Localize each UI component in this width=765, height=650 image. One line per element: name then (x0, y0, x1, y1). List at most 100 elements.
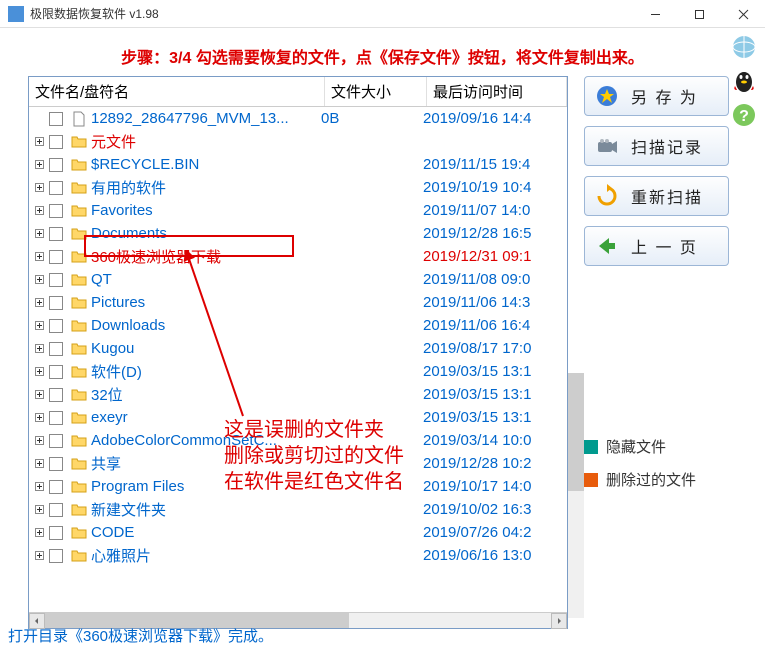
maximize-button[interactable] (677, 0, 721, 28)
expand-toggle[interactable] (33, 413, 45, 422)
legend-hidden-label: 隐藏文件 (606, 436, 666, 457)
checkbox[interactable] (49, 526, 63, 540)
file-row[interactable]: Favorites2019/11/07 14:0 (29, 199, 567, 222)
expand-toggle[interactable] (33, 528, 45, 537)
file-row[interactable]: Program Files2019/10/17 14:0 (29, 475, 567, 498)
qq-icon[interactable] (731, 68, 757, 94)
checkbox[interactable] (49, 319, 63, 333)
rescan-button[interactable]: 重新扫描 (584, 176, 729, 216)
file-row[interactable]: Kugou2019/08/17 17:0 (29, 337, 567, 360)
file-name: 软件(D) (91, 361, 321, 382)
file-row[interactable]: 360极速浏览器下载2019/12/31 09:1 (29, 245, 567, 268)
column-name[interactable]: 文件名/盘符名 (29, 77, 325, 106)
folder-icon (71, 548, 87, 564)
file-date: 2019/11/06 16:4 (423, 317, 567, 334)
checkbox[interactable] (49, 227, 63, 241)
checkbox[interactable] (49, 158, 63, 172)
expand-toggle[interactable] (33, 183, 45, 192)
file-name: 共享 (91, 453, 321, 474)
globe-icon[interactable] (731, 34, 757, 60)
checkbox[interactable] (49, 296, 63, 310)
file-name: 新建文件夹 (91, 499, 321, 520)
checkbox[interactable] (49, 204, 63, 218)
expand-toggle[interactable] (33, 505, 45, 514)
file-row[interactable]: exeyr 2019/03/15 13:1 (29, 406, 567, 429)
file-date: 2019/10/19 10:4 (423, 179, 567, 196)
checkbox[interactable] (49, 434, 63, 448)
expand-toggle[interactable] (33, 206, 45, 215)
file-row[interactable]: 12892_28647796_MVM_13...0B2019/09/16 14:… (29, 107, 567, 130)
svg-text:?: ? (739, 108, 749, 125)
file-date: 2019/06/16 13:0 (423, 547, 567, 564)
expand-toggle[interactable] (33, 459, 45, 468)
file-row[interactable]: 软件(D)2019/03/15 13:1 (29, 360, 567, 383)
expand-toggle[interactable] (33, 436, 45, 445)
expand-toggle[interactable] (33, 390, 45, 399)
window-title: 极限数据恢复软件 v1.98 (30, 5, 633, 22)
scroll-right-arrow[interactable] (551, 613, 567, 629)
file-row[interactable]: 32位2019/03/15 13:1 (29, 383, 567, 406)
expand-toggle[interactable] (33, 321, 45, 330)
checkbox[interactable] (49, 388, 63, 402)
file-row[interactable]: 元文件 (29, 130, 567, 153)
legend: 隐藏文件 删除过的文件 (584, 436, 757, 490)
expand-toggle[interactable] (33, 137, 45, 146)
file-row[interactable]: 新建文件夹 2019/10/02 16:3 (29, 498, 567, 521)
file-row[interactable]: CODE2019/07/26 04:2 (29, 521, 567, 544)
file-row[interactable]: 有用的软件2019/10/19 10:4 (29, 176, 567, 199)
checkbox[interactable] (49, 480, 63, 494)
file-name: QT (91, 271, 321, 288)
file-row[interactable]: Documents2019/12/28 16:5 (29, 222, 567, 245)
file-date: 2019/08/17 17:0 (423, 340, 567, 357)
checkbox[interactable] (49, 457, 63, 471)
file-row[interactable]: Downloads2019/11/06 16:4 (29, 314, 567, 337)
file-date: 2019/11/15 19:4 (423, 156, 567, 173)
file-name: AdobeColorCommonSetC... (91, 432, 321, 449)
checkbox[interactable] (49, 503, 63, 517)
close-button[interactable] (721, 0, 765, 28)
file-row[interactable]: 共享2019/12/28 10:2 (29, 452, 567, 475)
file-date: 2019/10/02 16:3 (423, 501, 567, 518)
expand-toggle[interactable] (33, 367, 45, 376)
expand-toggle[interactable] (33, 482, 45, 491)
refresh-icon (595, 184, 619, 208)
folder-icon (71, 134, 87, 150)
checkbox[interactable] (49, 411, 63, 425)
checkbox[interactable] (49, 549, 63, 563)
folder-icon (71, 272, 87, 288)
vscroll-thumb[interactable] (568, 373, 584, 491)
checkbox[interactable] (49, 112, 63, 126)
file-row[interactable]: QT2019/11/08 09:0 (29, 268, 567, 291)
checkbox[interactable] (49, 135, 63, 149)
file-date: 2019/12/31 09:1 (423, 248, 567, 265)
file-row[interactable]: 心雅照片2019/06/16 13:0 (29, 544, 567, 567)
expand-toggle[interactable] (33, 229, 45, 238)
expand-toggle[interactable] (33, 275, 45, 284)
minimize-button[interactable] (633, 0, 677, 28)
expand-toggle[interactable] (33, 160, 45, 169)
app-icon (8, 6, 24, 22)
expand-toggle[interactable] (33, 252, 45, 261)
file-name: exeyr (91, 409, 321, 426)
prev-page-button[interactable]: 上 一 页 (584, 226, 729, 266)
vertical-scrollbar[interactable] (568, 373, 584, 618)
expand-toggle[interactable] (33, 551, 45, 560)
expand-toggle[interactable] (33, 344, 45, 353)
checkbox[interactable] (49, 342, 63, 356)
save-as-button[interactable]: 另 存 为 (584, 76, 729, 116)
column-date[interactable]: 最后访问时间 (427, 77, 567, 106)
column-size[interactable]: 文件大小 (325, 77, 427, 106)
folder-icon (71, 249, 87, 265)
file-row[interactable]: Pictures2019/11/06 14:3 (29, 291, 567, 314)
checkbox[interactable] (49, 365, 63, 379)
help-icon[interactable]: ? (731, 102, 757, 128)
file-date: 2019/03/15 13:1 (423, 409, 567, 426)
expand-toggle[interactable] (33, 298, 45, 307)
checkbox[interactable] (49, 181, 63, 195)
scan-log-button[interactable]: 扫描记录 (584, 126, 729, 166)
file-row[interactable]: AdobeColorCommonSetC...2019/03/14 10:0 (29, 429, 567, 452)
checkbox[interactable] (49, 250, 63, 264)
file-list-panel: 文件名/盘符名 文件大小 最后访问时间 12892_28647796_MVM_1… (28, 76, 568, 629)
checkbox[interactable] (49, 273, 63, 287)
file-row[interactable]: $RECYCLE.BIN2019/11/15 19:4 (29, 153, 567, 176)
